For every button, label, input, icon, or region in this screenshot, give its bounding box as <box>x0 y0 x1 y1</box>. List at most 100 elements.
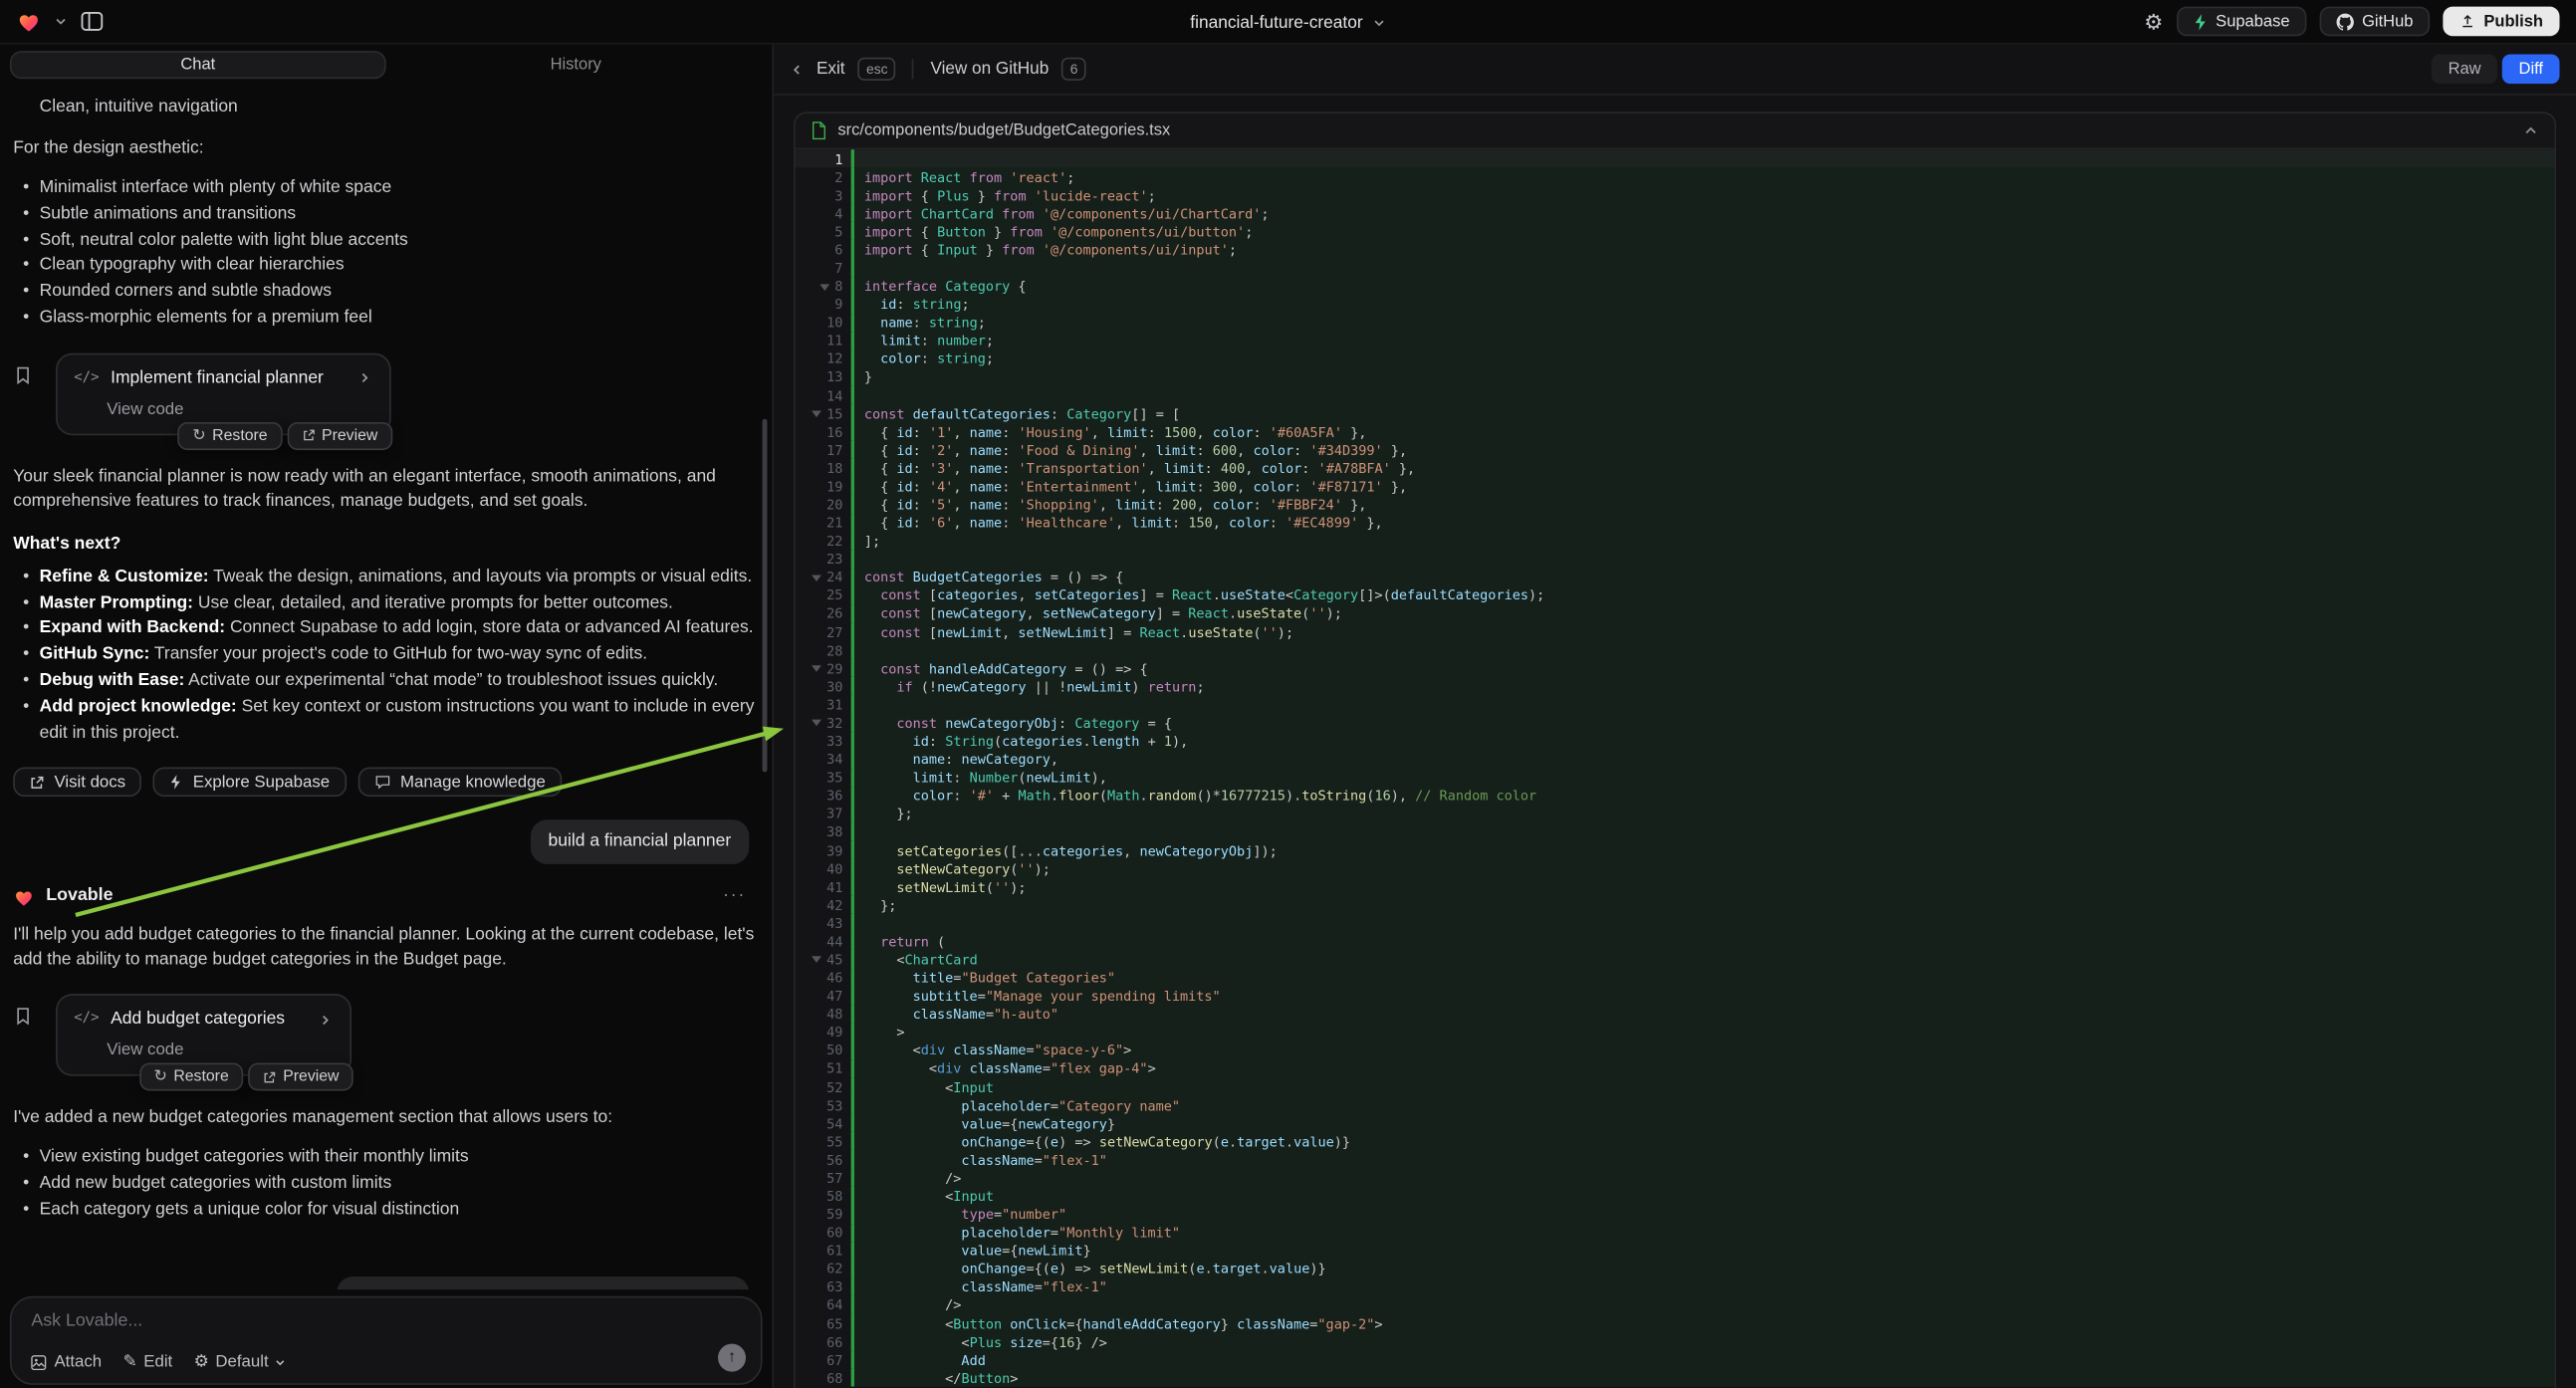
code-line[interactable]: 65 <Button onClick={handleAddCategory} c… <box>796 1314 2555 1332</box>
file-header[interactable]: src/components/budget/BudgetCategories.t… <box>796 114 2555 149</box>
chevron-up-icon[interactable] <box>2523 123 2538 138</box>
code-line[interactable]: 17 { id: '2', name: 'Food & Dining', lim… <box>796 441 2555 459</box>
code-editor[interactable]: 12import React from 'react';3import { Pl… <box>796 149 2555 1388</box>
code-line[interactable]: 7 <box>796 259 2555 277</box>
sidebar-toggle-icon[interactable] <box>81 12 104 32</box>
fold-toggle-icon[interactable] <box>812 714 823 732</box>
code-line[interactable]: 60 placeholder="Monthly limit" <box>796 1224 2555 1242</box>
preview-button[interactable]: Preview <box>287 422 392 450</box>
exit-button[interactable]: Exit <box>817 60 845 78</box>
code-line[interactable]: 23 <box>796 550 2555 568</box>
code-line[interactable]: 18 { id: '3', name: 'Transportation', li… <box>796 459 2555 477</box>
code-line[interactable]: 38 <box>796 822 2555 840</box>
edit-card-add-budget-categories[interactable]: </> Add budget categories View code ↻ Re… <box>56 995 352 1076</box>
edit-card-implement-financial-planner[interactable]: </> Implement financial planner View cod… <box>56 352 390 434</box>
code-line[interactable]: 3import { Plus } from 'lucide-react'; <box>796 186 2555 204</box>
code-line[interactable]: 33 id: String(categories.length + 1), <box>796 732 2555 750</box>
code-line[interactable]: 21 { id: '6', name: 'Healthcare', limit:… <box>796 514 2555 532</box>
code-line[interactable]: 28 <box>796 641 2555 659</box>
code-line[interactable]: 26 const [newCategory, setNewCategory] =… <box>796 604 2555 622</box>
code-line[interactable]: 8interface Category { <box>796 277 2555 295</box>
code-line[interactable]: 59 type="number" <box>796 1205 2555 1223</box>
code-line[interactable]: 50 <div className="space-y-6"> <box>796 1041 2555 1059</box>
code-line[interactable]: 27 const [newLimit, setNewLimit] = React… <box>796 622 2555 640</box>
view-on-github-link[interactable]: View on GitHub <box>930 60 1049 78</box>
code-line[interactable]: 54 value={newCategory} <box>796 1114 2555 1132</box>
code-line[interactable]: 55 onChange={(e) => setNewCategory(e.tar… <box>796 1132 2555 1150</box>
code-line[interactable]: 49 > <box>796 1023 2555 1041</box>
code-line[interactable]: 30 if (!newCategory || !newLimit) return… <box>796 677 2555 695</box>
code-line[interactable]: 19 { id: '4', name: 'Entertainment', lim… <box>796 477 2555 495</box>
code-line[interactable]: 11 limit: number; <box>796 332 2555 349</box>
send-button[interactable]: ↑ <box>718 1344 746 1372</box>
code-line[interactable]: 22]; <box>796 532 2555 550</box>
fold-toggle-icon[interactable] <box>812 950 823 968</box>
project-switcher[interactable]: financial-future-creator <box>1190 0 1385 45</box>
code-line[interactable]: 58 <Input <box>796 1187 2555 1205</box>
message-options-icon[interactable]: ··· <box>723 884 746 909</box>
code-line[interactable]: 4import ChartCard from '@/components/ui/… <box>796 204 2555 222</box>
code-line[interactable]: 24const BudgetCategories = () => { <box>796 569 2555 586</box>
code-line[interactable]: 57 /> <box>796 1169 2555 1187</box>
prompt-composer[interactable]: Ask Lovable... Attach ✎ Edit ⚙ Default <box>10 1296 763 1385</box>
diff-toggle-button[interactable]: Diff <box>2502 54 2559 84</box>
tab-chat[interactable]: Chat <box>10 51 386 79</box>
code-line[interactable]: 48 className="h-auto" <box>796 1005 2555 1023</box>
code-line[interactable]: 45 <ChartCard <box>796 950 2555 968</box>
preview-button[interactable]: Preview <box>249 1063 354 1091</box>
code-line[interactable]: 16 { id: '1', name: 'Housing', limit: 15… <box>796 422 2555 440</box>
settings-gear-icon[interactable]: ⚙ <box>2144 11 2163 32</box>
code-line[interactable]: 6import { Input } from '@/components/ui/… <box>796 241 2555 259</box>
code-line[interactable]: 53 placeholder="Category name" <box>796 1096 2555 1114</box>
code-line[interactable]: 36 color: '#' + Math.floor(Math.random()… <box>796 787 2555 805</box>
code-line[interactable]: 66 <Plus size={16} /> <box>796 1332 2555 1350</box>
code-line[interactable]: 56 className="flex-1" <box>796 1150 2555 1168</box>
code-line[interactable]: 9 id: string; <box>796 295 2555 313</box>
code-line[interactable]: 31 <box>796 695 2555 713</box>
chat-message-list[interactable]: Clean, intuitive navigation For the desi… <box>0 82 772 1289</box>
code-line[interactable]: 64 /> <box>796 1296 2555 1314</box>
code-line[interactable]: 20 { id: '5', name: 'Shopping', limit: 2… <box>796 495 2555 513</box>
code-line[interactable]: 67 Add <box>796 1350 2555 1368</box>
bookmark-icon[interactable] <box>13 352 56 385</box>
explore-supabase-button[interactable]: Explore Supabase <box>153 768 346 798</box>
code-line[interactable]: 47 subtitle="Manage your spending limits… <box>796 987 2555 1005</box>
code-line[interactable]: 37 }; <box>796 805 2555 822</box>
supabase-button[interactable]: Supabase <box>2177 7 2306 37</box>
code-line[interactable]: 35 limit: Number(newLimit), <box>796 769 2555 787</box>
fold-toggle-icon[interactable] <box>812 659 823 677</box>
fold-toggle-icon[interactable] <box>812 404 823 422</box>
lovable-logo-icon[interactable] <box>16 10 41 33</box>
code-line[interactable]: 25 const [categories, setCategories] = R… <box>796 586 2555 604</box>
code-line[interactable]: 1 <box>796 149 2555 167</box>
code-line[interactable]: 39 setCategories([...categories, newCate… <box>796 841 2555 859</box>
code-line[interactable]: 63 className="flex-1" <box>796 1277 2555 1295</box>
restore-button[interactable]: ↻ Restore <box>177 422 282 450</box>
code-line[interactable]: 44 return ( <box>796 932 2555 950</box>
code-line[interactable]: 32 const newCategoryObj: Category = { <box>796 714 2555 732</box>
code-line[interactable]: 12 color: string; <box>796 349 2555 367</box>
code-line[interactable]: 41 setNewLimit(''); <box>796 877 2555 895</box>
code-line[interactable]: 43 <box>796 914 2555 932</box>
code-line[interactable]: 62 onChange={(e) => setNewLimit(e.target… <box>796 1260 2555 1277</box>
workspace-chevron-icon[interactable] <box>54 15 67 28</box>
view-code-link[interactable]: View code <box>107 1039 333 1063</box>
code-line[interactable]: 34 name: newCategory, <box>796 750 2555 768</box>
restore-button[interactable]: ↻ Restore <box>139 1063 244 1091</box>
code-line[interactable]: 10 name: string; <box>796 314 2555 332</box>
code-line[interactable]: 42 }; <box>796 896 2555 914</box>
code-line[interactable]: 52 <Input <box>796 1077 2555 1095</box>
code-line[interactable]: 61 value={newLimit} <box>796 1242 2555 1260</box>
github-button[interactable]: GitHub <box>2319 7 2430 37</box>
edit-mode-button[interactable]: ✎ Edit <box>123 1353 173 1371</box>
bookmark-icon[interactable] <box>13 995 56 1028</box>
code-line[interactable]: 46 title="Budget Categories" <box>796 969 2555 987</box>
attach-button[interactable]: Attach <box>30 1353 102 1371</box>
code-line[interactable]: 29 const handleAddCategory = () => { <box>796 659 2555 677</box>
manage-knowledge-button[interactable]: Manage knowledge <box>357 768 562 798</box>
code-line[interactable]: 51 <div className="flex gap-4"> <box>796 1059 2555 1077</box>
visit-docs-button[interactable]: Visit docs <box>13 768 141 798</box>
publish-button[interactable]: Publish <box>2443 7 2559 37</box>
raw-toggle-button[interactable]: Raw <box>2432 54 2497 84</box>
chevron-left-icon[interactable] <box>791 62 804 77</box>
